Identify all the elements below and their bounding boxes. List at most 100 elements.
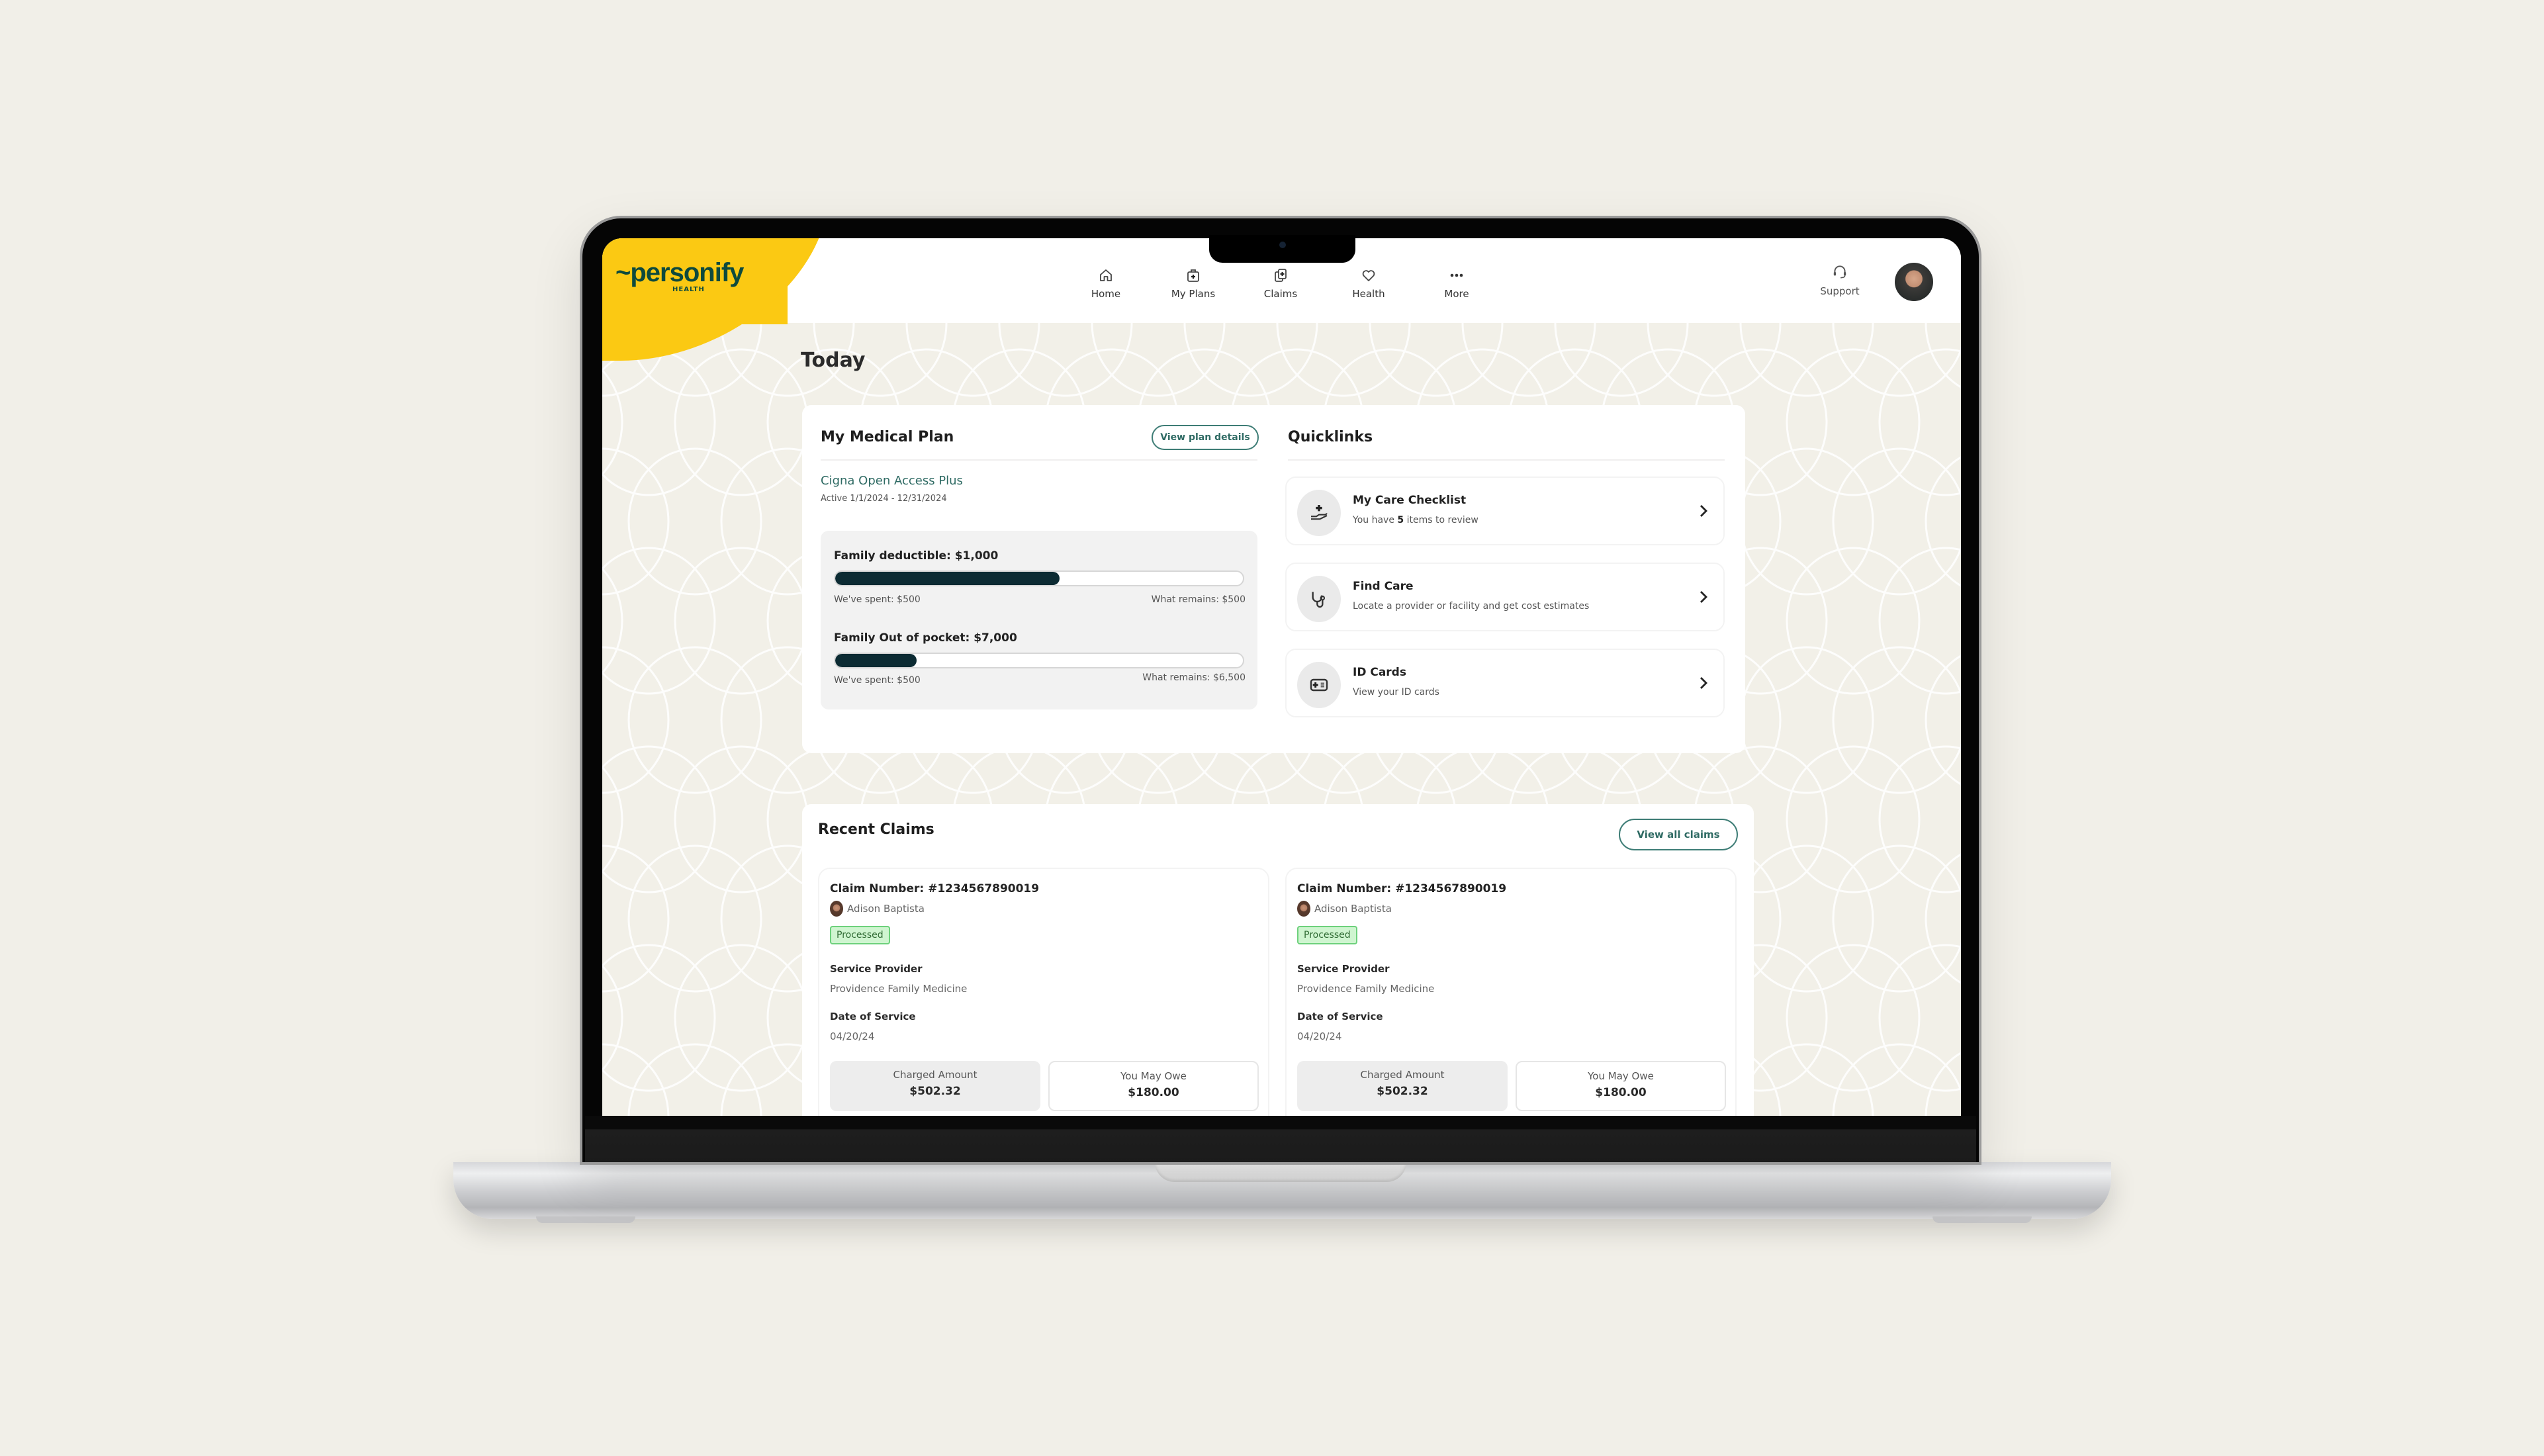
care-hand-plus-icon: [1311, 505, 1328, 520]
pattern-ring: [905, 323, 1040, 397]
pattern-ring: [1461, 323, 1596, 397]
nav-label: Health: [1352, 288, 1385, 300]
date-of-service-label: Date of Service: [830, 1011, 916, 1023]
icon-badge: [1297, 662, 1341, 708]
pattern-ring: [1739, 323, 1874, 397]
pattern-ring: [1647, 323, 1782, 397]
nav-label: Claims: [1263, 288, 1298, 300]
laptop-foot-left: [536, 1216, 635, 1223]
pattern-ring: [1183, 323, 1318, 397]
out-of-pocket-title: Family Out of pocket: $7,000: [834, 631, 1017, 645]
quicklink-find-care[interactable]: Find Care Locate a provider or facility …: [1285, 563, 1725, 631]
date-of-service-label: Date of Service: [1297, 1011, 1383, 1023]
nav-label: Home: [1091, 288, 1121, 300]
pattern-ring: [627, 1043, 762, 1116]
medical-bag-icon: [1187, 269, 1199, 282]
service-provider-label: Service Provider: [1297, 963, 1390, 975]
more-dots-icon: [1450, 273, 1463, 277]
laptop-foot-right: [1932, 1216, 2032, 1223]
nav-claims[interactable]: Claims: [1244, 267, 1317, 300]
member-avatar: [830, 901, 843, 917]
camera-notch: [1209, 235, 1355, 263]
pattern-ring: [602, 547, 716, 695]
nav-health[interactable]: Health: [1332, 267, 1405, 300]
personify-health-logo[interactable]: ~personify HEALTH: [615, 258, 744, 293]
plan-name-link[interactable]: Cigna Open Access Plus: [821, 474, 963, 488]
charged-amount-value: $502.32: [909, 1085, 961, 1098]
pattern-ring: [602, 766, 623, 873]
camera-icon: [1279, 242, 1286, 248]
laptop-chin: [585, 1116, 1976, 1162]
deductible-progress-fill: [835, 572, 1060, 585]
deductible-progress-bar: [834, 570, 1244, 586]
heart-icon: [1362, 270, 1375, 281]
nav-home[interactable]: Home: [1069, 267, 1142, 300]
divider: [821, 459, 1257, 461]
laptop-lid-opening-notch: [1155, 1162, 1406, 1182]
page-title: Today: [801, 349, 866, 372]
checklist-count: 5: [1397, 515, 1404, 525]
quicklink-subtitle: You have 5 items to review: [1353, 515, 1478, 525]
you-may-owe-value: $180.00: [1595, 1086, 1647, 1099]
date-of-service-value: 04/20/24: [1297, 1030, 1342, 1042]
pattern-ring: [602, 745, 716, 893]
quicklinks-heading: Quicklinks: [1288, 429, 1373, 445]
charged-amount-label: Charged Amount: [893, 1069, 977, 1081]
quicklink-title: ID Cards: [1353, 666, 1406, 679]
claim-member: Adison Baptista: [830, 901, 925, 917]
status-badge: Processed: [1297, 926, 1357, 944]
nav-label: My Plans: [1171, 288, 1216, 300]
pattern-ring: [998, 323, 1133, 397]
nav-label: More: [1444, 288, 1469, 300]
pattern-ring: [602, 348, 716, 496]
claim-member: Adison Baptista: [1297, 901, 1392, 917]
charged-amount-box: Charged Amount $502.32: [1297, 1061, 1508, 1111]
out-of-pocket-progress-bar: [834, 653, 1244, 668]
date-of-service-value: 04/20/24: [830, 1030, 875, 1042]
quicklink-id-cards[interactable]: ID Cards View your ID cards: [1285, 649, 1725, 717]
support-button[interactable]: Support: [1807, 263, 1873, 297]
deductible-spent: We've spent: $500: [834, 594, 921, 605]
quicklink-title: My Care Checklist: [1353, 494, 1467, 507]
pattern-ring: [1739, 1043, 1874, 1116]
charged-amount-label: Charged Amount: [1360, 1069, 1445, 1081]
chevron-right-icon: [1700, 677, 1707, 689]
out-of-pocket-remains: What remains: $6,500: [1142, 672, 1246, 683]
pattern-ring: [602, 964, 623, 1071]
pattern-ring: [1925, 655, 1961, 786]
pattern-ring: [1925, 853, 1961, 984]
user-avatar[interactable]: [1895, 263, 1933, 301]
pattern-ring: [1832, 323, 1961, 397]
id-card-icon: [1310, 678, 1328, 692]
claim-card[interactable]: Claim Number: #1234567890019 Adison Bapt…: [818, 868, 1269, 1116]
recent-claims-card: Recent Claims View all claims Claim Numb…: [802, 804, 1754, 1116]
claim-card[interactable]: Claim Number: #1234567890019 Adison Bapt…: [1285, 868, 1737, 1116]
view-all-claims-button[interactable]: View all claims: [1619, 819, 1738, 850]
home-icon: [1100, 269, 1112, 281]
support-label: Support: [1820, 285, 1860, 297]
claim-number: Claim Number: #1234567890019: [830, 882, 1040, 895]
pattern-ring: [1369, 323, 1504, 397]
stethoscope-icon: [1312, 592, 1326, 608]
plan-active-dates: Active 1/1/2024 - 12/31/2024: [821, 494, 947, 504]
divider: [1288, 459, 1725, 461]
pattern-ring: [1832, 1043, 1961, 1116]
nav-more[interactable]: More: [1420, 267, 1493, 300]
accumulators-panel: Family deductible: $1,000 We've spent: $…: [821, 531, 1257, 709]
service-provider-value: Providence Family Medicine: [830, 983, 968, 995]
quicklink-my-care-checklist[interactable]: My Care Checklist You have 5 items to re…: [1285, 477, 1725, 545]
quicklink-title: Find Care: [1353, 580, 1414, 593]
out-of-pocket-spent: We've spent: $500: [834, 675, 921, 686]
deductible-title: Family deductible: $1,000: [834, 549, 999, 563]
pattern-ring: [602, 369, 623, 476]
view-plan-details-button[interactable]: View plan details: [1152, 425, 1259, 450]
you-may-owe-box: You May Owe $180.00: [1048, 1061, 1259, 1111]
logo-wordmark: ~personify: [615, 258, 744, 287]
pattern-ring: [602, 844, 670, 993]
nav-my-plans[interactable]: My Plans: [1157, 267, 1230, 300]
charged-amount-value: $502.32: [1377, 1085, 1428, 1098]
out-of-pocket-progress-fill: [835, 654, 917, 667]
chevron-right-icon: [1700, 591, 1707, 603]
medical-plan-heading: My Medical Plan: [821, 429, 954, 445]
you-may-owe-label: You May Owe: [1120, 1070, 1187, 1082]
